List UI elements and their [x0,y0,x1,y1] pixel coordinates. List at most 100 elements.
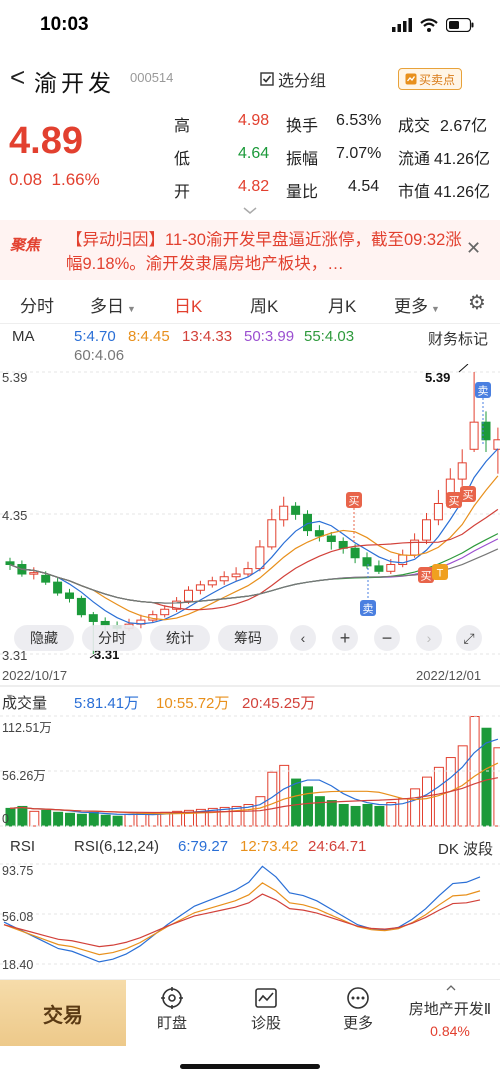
candle-body [279,505,289,521]
date-end: 2022/12/01 [416,668,482,683]
quote-row: 低 4.64 振幅 7.07% 流通 41.26亿 [174,145,494,169]
quote-key: 开 [174,184,191,201]
chevron-left-icon[interactable]: ‹ [290,625,316,651]
volume-bar [136,812,147,827]
more-dots-icon [347,987,369,1009]
candle-body [422,519,431,541]
volume-axis-low: 0 [2,812,9,826]
back-icon[interactable]: < [10,62,25,93]
peak-label: 5.39 [425,370,451,385]
candle-body [433,503,443,521]
quote-value: 2.67亿 [440,118,488,135]
quote-value: 4.82 [238,178,270,195]
volume-ma: 10:55.72万 [156,695,230,712]
status-time: 10:03 [40,14,89,35]
chevron-right-icon[interactable]: › [416,625,442,651]
rsi-label[interactable]: RSI [10,838,35,855]
diagnose-button[interactable]: 诊股 [226,986,306,1033]
volume-legend: 成交量 ▼ 5:81.41万 10:55.72万 20:45.25万 [2,692,316,712]
ma-value: 8:4.45 [128,328,170,345]
tab-multiday[interactable]: 多日 ▼ [90,292,136,317]
bottom-bar: 交易 盯盘 诊股 更多 房地产开发Ⅱ 0.84% [0,979,500,1046]
volume-bar [410,788,421,827]
watch-button[interactable]: 盯盘 [132,986,212,1033]
nav-label: 盯盘 [156,1015,187,1032]
fullscreen-icon[interactable]: ⤢ [456,625,482,651]
intraday-button[interactable]: 分时 [82,625,142,651]
candle-body [76,597,86,616]
candle-body [267,519,277,548]
candle-body [314,530,324,537]
zoom-in-icon[interactable]: + [332,625,358,651]
volume-bar [457,745,468,827]
quote-row: 高 4.98 换手 6.53% 成交 2.67亿 [174,112,494,136]
rsi-value: 24:64.71 [308,838,367,855]
volume-bar [100,814,111,827]
volume-bar [41,809,52,827]
sector-peer[interactable]: 房地产开发Ⅱ 0.84% [400,998,500,1039]
tab-daily-k[interactable]: 日K [174,292,202,317]
volume-bar [350,805,361,827]
volume-bar [231,805,242,827]
quote-key: 换手 [286,118,319,135]
close-icon[interactable]: ✕ [466,238,481,259]
chart-pulse-icon [255,988,277,1008]
chart-badge-icon [405,73,417,85]
more-button[interactable]: 更多 [318,986,398,1033]
buy-marker-text: 买 [449,495,460,508]
price-axis-high: 5.39 [2,370,28,385]
pick-group-button[interactable]: 选分组 [250,62,336,96]
rsi-axis-mid: 56.08 [2,910,34,924]
volume-bar [326,800,337,827]
ma-value: 5:4.70 [74,328,116,345]
volume-bar [124,813,135,827]
candle-body [374,565,384,572]
quote-value: 7.07% [336,145,382,162]
quote-row: 开 4.82 量比 4.54 市值 41.26亿 [174,178,494,202]
volume-bar [374,805,385,827]
trade-point-label: 买卖点 [418,72,455,87]
volume-bar [112,815,123,827]
rsi-legend: RSI RSI(6,12,24) 6:79.27 12:73.42 24:64.… [0,836,500,858]
stock-code: 000514 [130,70,174,85]
volume-bar [17,805,28,827]
current-price: 4.89 [9,120,83,162]
tab-more[interactable]: 更多 ▼ [394,292,440,317]
candle-body [29,572,39,575]
peer-change: 0.84% [430,1023,470,1039]
trade-point-button[interactable]: 买卖点 [398,68,462,90]
volume-bar [279,764,290,827]
caret-down-icon: ▼ [431,304,440,314]
tab-label: 更多 [394,297,428,316]
quote-value: 4.98 [238,112,270,129]
candle-body [41,574,51,583]
candle-body [362,557,372,567]
volume-bar [88,811,99,827]
candle-body [88,614,98,622]
buy-marker-text: 买 [349,495,360,508]
chips-button[interactable]: 筹码 [218,625,278,651]
stats-button[interactable]: 统计 [150,625,210,651]
quote-value: 6.53% [336,112,382,129]
zoom-out-icon[interactable]: − [374,625,400,651]
rsi-params: RSI(6,12,24) [74,838,160,855]
expand-chevron-icon[interactable] [240,206,260,216]
tab-monthly-k[interactable]: 月K [328,292,356,317]
news-alert-banner[interactable]: 聚焦 【异动归因】11-30渝开发早盘逼近涨停，截至09:32涨幅9.18%。渝… [0,220,500,280]
change-value: 0.08 [9,170,43,189]
date-start: 2022/10/17 [2,668,68,683]
candle-body [160,608,170,616]
quote-value: 41.26亿 [434,184,491,201]
focus-tag: 聚焦 [10,237,41,254]
trade-button[interactable]: 交易 [0,980,126,1046]
candle-body [386,564,396,572]
finance-mark-button[interactable]: 财务标记 [428,328,488,349]
dk-band-button[interactable]: DK 波段 [438,838,493,859]
change-pct: 1.66% [51,170,100,189]
tab-weekly-k[interactable]: 周K [250,292,278,317]
wifi-icon [420,18,438,32]
volume-bar [53,811,64,827]
tab-intraday[interactable]: 分时 [20,292,54,317]
gear-icon[interactable]: ⚙ [468,290,486,315]
hide-button[interactable]: 隐藏 [14,625,74,651]
